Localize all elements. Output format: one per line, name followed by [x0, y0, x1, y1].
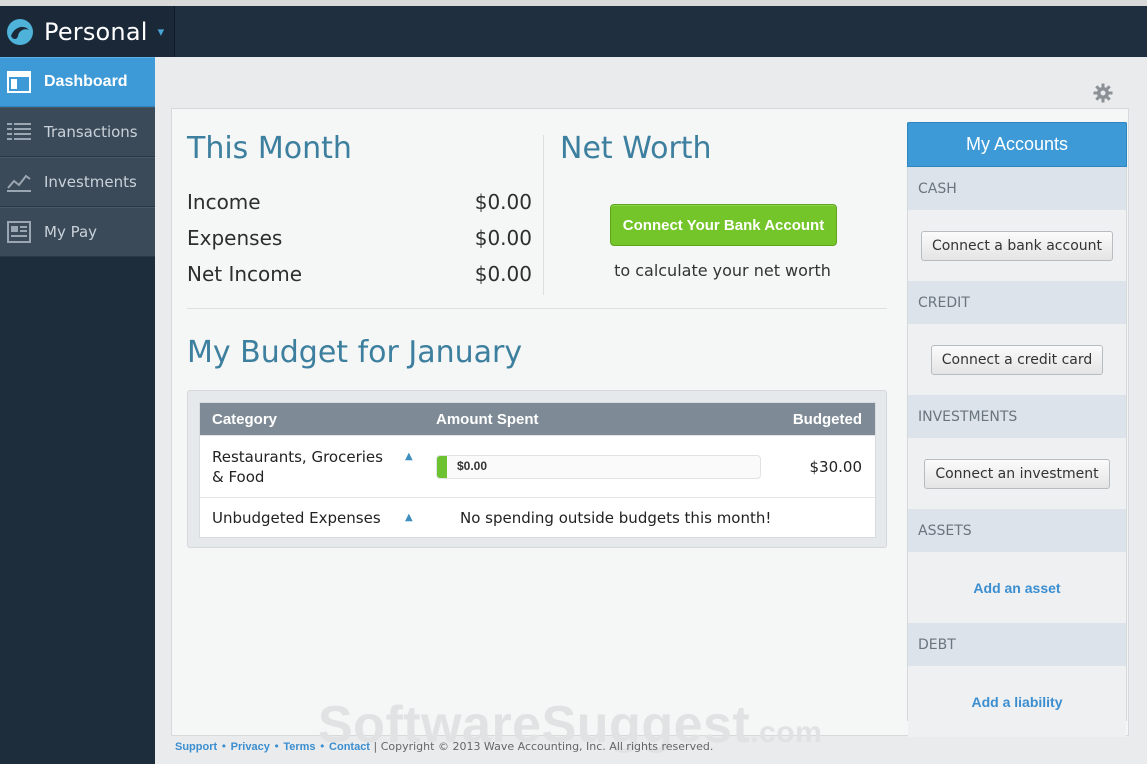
column-header-category: Category [212, 410, 278, 428]
net-worth-caption: to calculate your net worth [614, 261, 831, 280]
account-section-assets: ASSETS [908, 509, 1126, 552]
column-header-amount-spent: Amount Spent [436, 410, 539, 428]
budget-amount-cell: $0.00 [424, 454, 774, 479]
net-worth-title: Net Worth [560, 131, 712, 166]
footer-link-privacy[interactable]: Privacy [231, 741, 270, 753]
column-header-budgeted: Budgeted [792, 410, 862, 428]
line-chart-icon [7, 171, 31, 193]
summary-label: Income [187, 190, 261, 214]
unbudgeted-note: No spending outside budgets this month! [460, 508, 772, 527]
account-section-body: Connect a credit card [908, 324, 1126, 395]
sidebar-item-label: Dashboard [44, 73, 128, 90]
account-section-debt: DEBT [908, 623, 1126, 666]
expand-icon[interactable]: ▲ [405, 512, 413, 523]
list-icon [7, 121, 31, 143]
this-month-summary: This Month Income $0.00 Expenses $0.00 N… [187, 131, 532, 292]
budget-category: Restaurants, Groceries & Food [212, 447, 383, 486]
account-section-credit: CREDIT [908, 281, 1126, 324]
footer-divider: | [373, 740, 378, 753]
net-worth-section: Net Worth [560, 131, 885, 166]
spending-progress-bar: $0.00 [436, 454, 761, 479]
account-section-body: Add a liability [908, 666, 1126, 737]
connect-investment-button[interactable]: Connect an investment [924, 458, 1110, 489]
summary-value: $0.00 [474, 190, 532, 214]
footer: Support • Privacy • Terms • Contact | Co… [175, 740, 713, 753]
connect-credit-card-button[interactable]: Connect a credit card [930, 344, 1104, 375]
sidebar-item-label: Transactions [44, 123, 138, 141]
connect-bank-button[interactable]: Connect a bank account [920, 230, 1114, 261]
summary-row-income: Income $0.00 [187, 184, 532, 220]
footer-link-terms[interactable]: Terms [283, 741, 315, 753]
dashboard-icon [7, 71, 31, 93]
paystub-icon [7, 221, 31, 243]
sidebar-item-investments[interactable]: Investments [0, 157, 155, 207]
footer-link-support[interactable]: Support [175, 741, 217, 753]
main-content: This Month Income $0.00 Expenses $0.00 N… [155, 57, 1147, 764]
budget-category-cell: Restaurants, Groceries & Food ▲ [200, 447, 424, 487]
budget-container: Category Amount Spent Budgeted Restauran… [187, 390, 887, 548]
account-section-body: Add an asset [908, 552, 1126, 623]
copyright-text: Copyright © 2013 Wave Accounting, Inc. A… [380, 740, 714, 753]
bullet-separator: • [273, 740, 280, 753]
dashboard-panel: This Month Income $0.00 Expenses $0.00 N… [171, 108, 1129, 754]
footer-link-contact[interactable]: Contact [329, 741, 370, 753]
wave-logo-icon [7, 18, 33, 45]
sidebar-item-dashboard[interactable]: Dashboard [0, 57, 155, 107]
my-accounts-panel: My Accounts CASH Connect a bank account … [907, 122, 1127, 737]
sidebar-item-label: My Pay [44, 223, 98, 241]
summary-row-net-income: Net Income $0.00 [187, 256, 532, 292]
budgeted-amount: $30.00 [809, 457, 863, 476]
amount-spent: $0.00 [457, 458, 488, 473]
bullet-separator: • [319, 740, 326, 753]
add-asset-link[interactable]: Add an asset [973, 580, 1060, 596]
sidebar-item-transactions[interactable]: Transactions [0, 107, 155, 157]
sidebar-nav: Dashboard Transactions Investments My Pa… [0, 57, 155, 764]
gear-icon[interactable] [1093, 83, 1113, 103]
table-row[interactable]: Restaurants, Groceries & Food ▲ $0.00 $30… [200, 435, 875, 497]
account-section-body: Connect a bank account [908, 210, 1126, 281]
account-section-body: Connect an investment [908, 438, 1126, 509]
budget-table-header: Category Amount Spent Budgeted [200, 403, 875, 435]
summary-row-expenses: Expenses $0.00 [187, 220, 532, 256]
add-liability-link[interactable]: Add a liability [971, 694, 1062, 710]
budget-table: Category Amount Spent Budgeted Restauran… [199, 402, 876, 538]
table-row[interactable]: Unbudgeted Expenses ▲ No spending outside… [200, 497, 875, 537]
summary-value: $0.00 [474, 262, 532, 286]
watermark-tld: .com [750, 716, 823, 749]
bullet-separator: • [220, 740, 228, 753]
progress-fill [437, 455, 447, 478]
section-divider [543, 135, 544, 295]
account-section-investments: INVESTMENTS [908, 395, 1126, 438]
budget-title: My Budget for January [187, 335, 523, 370]
expand-icon[interactable]: ▲ [405, 451, 413, 462]
summary-value: $0.00 [474, 226, 532, 250]
sidebar-item-my-pay[interactable]: My Pay [0, 207, 155, 257]
connect-bank-account-button[interactable]: Connect Your Bank Account [610, 204, 837, 246]
summary-label: Net Income [187, 262, 303, 286]
my-accounts-title: My Accounts [907, 122, 1127, 167]
section-divider [187, 308, 887, 309]
sidebar-item-label: Investments [44, 173, 137, 191]
this-month-title: This Month [187, 131, 352, 166]
chevron-down-icon: ▾ [157, 25, 165, 40]
budget-category: Unbudgeted Expenses [212, 508, 381, 527]
budget-category-cell: Unbudgeted Expenses ▲ [200, 508, 424, 528]
summary-label: Expenses [187, 226, 283, 250]
account-switcher[interactable]: Personal ▾ [0, 6, 175, 57]
account-name: Personal [44, 17, 148, 46]
account-section-cash: CASH [908, 167, 1126, 210]
